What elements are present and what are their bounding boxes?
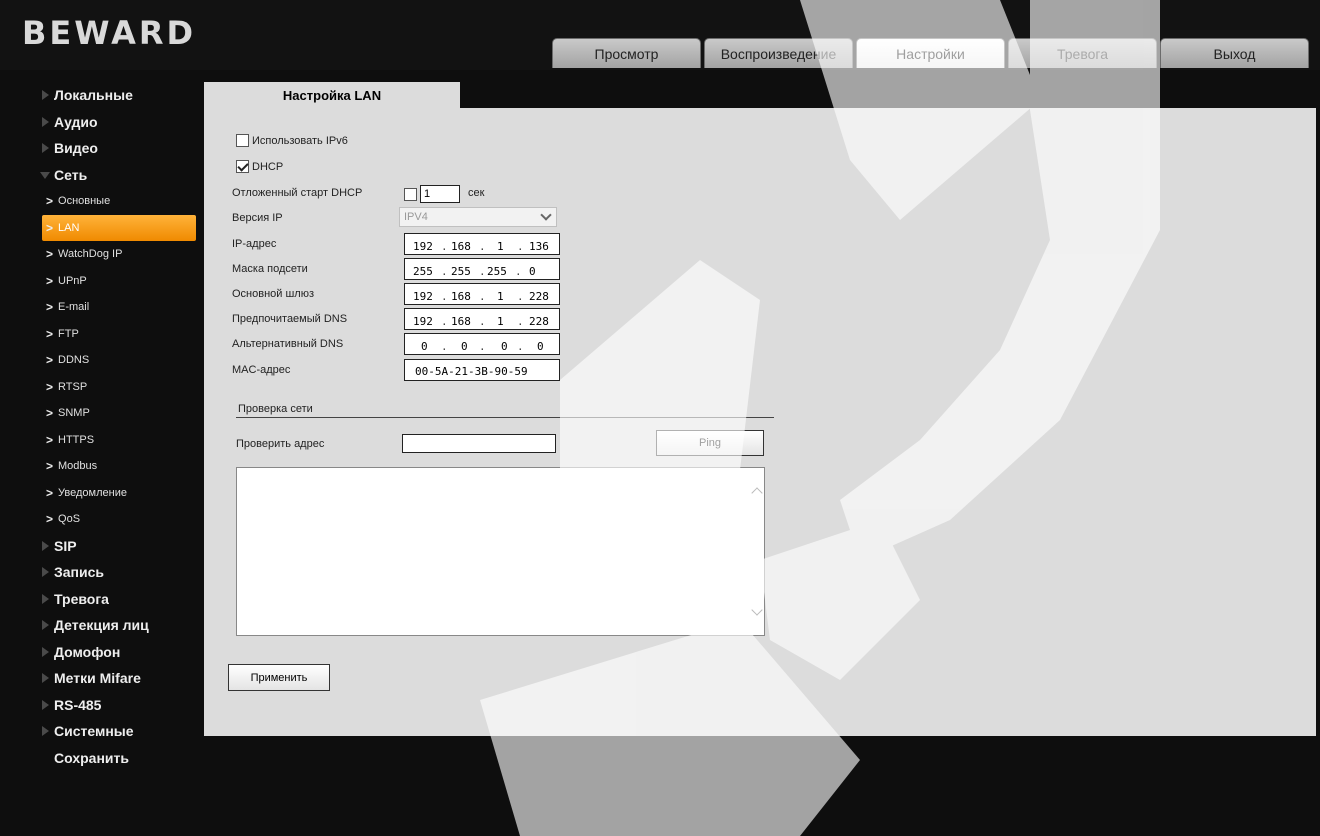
sidebar-subitem-lan[interactable]: > LAN bbox=[42, 214, 196, 241]
sidebar-subitem-ftp[interactable]: > FTP bbox=[0, 321, 204, 348]
sidebar-item-mifare[interactable]: Метки Mifare bbox=[0, 665, 204, 692]
tab-logout[interactable]: Выход bbox=[1160, 38, 1309, 68]
sidebar-subitem-watchdog-ip[interactable]: > WatchDog IP bbox=[0, 241, 204, 268]
sidebar-subitem-email[interactable]: > E-mail bbox=[0, 294, 204, 321]
chevron-right-icon: > bbox=[46, 300, 54, 315]
gateway-label: Основной шлюз bbox=[232, 288, 315, 300]
chevron-right-icon: > bbox=[46, 353, 54, 368]
ip-version-select[interactable]: IPV4 bbox=[399, 207, 557, 227]
sidebar-item-network[interactable]: Сеть bbox=[0, 162, 204, 189]
sidebar-save[interactable]: Сохранить bbox=[0, 745, 204, 772]
chevron-right-icon: > bbox=[46, 273, 54, 288]
header: BEWARD Просмотр Воспроизведение Настройк… bbox=[0, 0, 1320, 70]
use-ipv6-checkbox[interactable] bbox=[236, 134, 249, 147]
triangle-right-icon bbox=[42, 116, 49, 127]
triangle-right-icon bbox=[42, 673, 49, 683]
chevron-right-icon: > bbox=[46, 194, 54, 209]
triangle-right-icon bbox=[42, 567, 49, 577]
sidebar-subitem-modbus[interactable]: > Modbus bbox=[0, 453, 204, 480]
sidebar-subitem-upnp[interactable]: > UPnP bbox=[0, 268, 204, 295]
lan-settings-panel: Использовать IPv6 DHCP Отложенный старт … bbox=[204, 108, 1316, 736]
triangle-down-icon bbox=[40, 171, 50, 179]
apply-button[interactable]: Применить bbox=[228, 664, 330, 691]
ip-address-input[interactable]: 192. 168. 1. 136 bbox=[404, 233, 560, 255]
sidebar: Локальные Аудио Видео Сеть > Основные > LA… bbox=[0, 82, 204, 771]
sidebar-subitem-notification[interactable]: > Уведомление bbox=[0, 480, 204, 507]
triangle-right-icon bbox=[42, 726, 49, 736]
app-root: BEWARD Просмотр Воспроизведение Настройк… bbox=[0, 0, 1320, 836]
content-tab-lan[interactable]: Настройка LAN bbox=[204, 82, 460, 108]
tab-playback[interactable]: Воспроизведение bbox=[704, 38, 853, 68]
sidebar-subitem-ddns[interactable]: > DDNS bbox=[0, 347, 204, 374]
chevron-down-icon bbox=[540, 209, 552, 221]
chevron-right-icon: > bbox=[46, 485, 54, 500]
chevron-right-icon: > bbox=[46, 406, 54, 421]
chevron-right-icon: > bbox=[46, 247, 54, 262]
dhcp-delay-label: Отложенный старт DHCP bbox=[232, 187, 363, 199]
subnet-mask-label: Маска подсети bbox=[232, 263, 308, 275]
dhcp-delay-checkbox[interactable] bbox=[404, 188, 417, 201]
sidebar-item-record[interactable]: Запись bbox=[0, 559, 204, 586]
triangle-right-icon bbox=[42, 699, 49, 710]
sidebar-subitem-rtsp[interactable]: > RTSP bbox=[0, 374, 204, 401]
dhcp-checkbox[interactable] bbox=[236, 160, 249, 173]
sidebar-item-system[interactable]: Системные bbox=[0, 718, 204, 745]
chevron-right-icon: > bbox=[46, 432, 54, 447]
triangle-right-icon bbox=[42, 540, 49, 551]
sidebar-item-video[interactable]: Видео bbox=[0, 135, 204, 162]
chevron-right-icon: > bbox=[46, 512, 54, 527]
triangle-right-icon bbox=[42, 593, 49, 604]
ip-address-label: IP-адрес bbox=[232, 238, 277, 250]
sidebar-item-sip[interactable]: SIP bbox=[0, 533, 204, 560]
sidebar-item-local[interactable]: Локальные bbox=[0, 82, 204, 109]
alternate-dns-input[interactable]: 0. 0. 0. 0 bbox=[404, 333, 560, 355]
sidebar-item-rs485[interactable]: RS-485 bbox=[0, 692, 204, 719]
preferred-dns-label: Предпочитаемый DNS bbox=[232, 313, 348, 325]
use-ipv6-row: Использовать IPv6 bbox=[236, 134, 348, 147]
alternate-dns-label: Альтернативный DNS bbox=[232, 338, 344, 350]
sidebar-item-audio[interactable]: Аудио bbox=[0, 109, 204, 136]
triangle-right-icon bbox=[42, 620, 49, 630]
chevron-right-icon: > bbox=[46, 379, 54, 394]
sidebar-item-face-detection[interactable]: Детекция лиц bbox=[0, 612, 204, 639]
ip-version-label: Версия IP bbox=[232, 212, 283, 224]
tab-settings[interactable]: Настройки bbox=[856, 38, 1005, 68]
sidebar-subitem-https[interactable]: > HTTPS bbox=[0, 427, 204, 454]
tab-view[interactable]: Просмотр bbox=[552, 38, 701, 68]
dhcp-delay-input[interactable]: 1 bbox=[420, 185, 460, 203]
sidebar-subitem-basic[interactable]: > Основные bbox=[0, 188, 204, 215]
chevron-right-icon: > bbox=[46, 326, 54, 341]
chevron-right-icon: > bbox=[46, 459, 54, 474]
mac-label: MAC-адрес bbox=[232, 364, 291, 376]
sidebar-item-intercom[interactable]: Домофон bbox=[0, 639, 204, 666]
beward-logo: BEWARD bbox=[22, 14, 197, 52]
tab-alarm[interactable]: Тревога bbox=[1008, 38, 1157, 68]
section-divider bbox=[236, 417, 774, 418]
check-address-label: Проверить адрес bbox=[236, 438, 325, 450]
sidebar-item-alarm[interactable]: Тревога bbox=[0, 586, 204, 613]
chevron-right-icon: > bbox=[46, 220, 54, 235]
triangle-right-icon bbox=[42, 90, 49, 100]
dhcp-row: DHCP bbox=[236, 160, 283, 173]
preferred-dns-input[interactable]: 192. 168. 1. 228 bbox=[404, 308, 560, 330]
subnet-mask-input[interactable]: 255. 255. 255. 0 bbox=[404, 258, 560, 280]
ping-output[interactable] bbox=[236, 467, 765, 636]
triangle-right-icon bbox=[42, 646, 49, 657]
sidebar-subitem-qos[interactable]: > QoS bbox=[0, 506, 204, 533]
mac-value: 00-5A-21-3B-90-59 bbox=[404, 359, 560, 381]
sidebar-subitem-snmp[interactable]: > SNMP bbox=[0, 400, 204, 427]
triangle-right-icon bbox=[42, 143, 49, 153]
dhcp-delay-unit: сек bbox=[468, 187, 485, 199]
ping-button[interactable]: Ping bbox=[656, 430, 764, 456]
check-address-input[interactable] bbox=[402, 434, 556, 453]
gateway-input[interactable]: 192. 168. 1. 228 bbox=[404, 283, 560, 305]
network-check-title: Проверка сети bbox=[238, 403, 313, 415]
